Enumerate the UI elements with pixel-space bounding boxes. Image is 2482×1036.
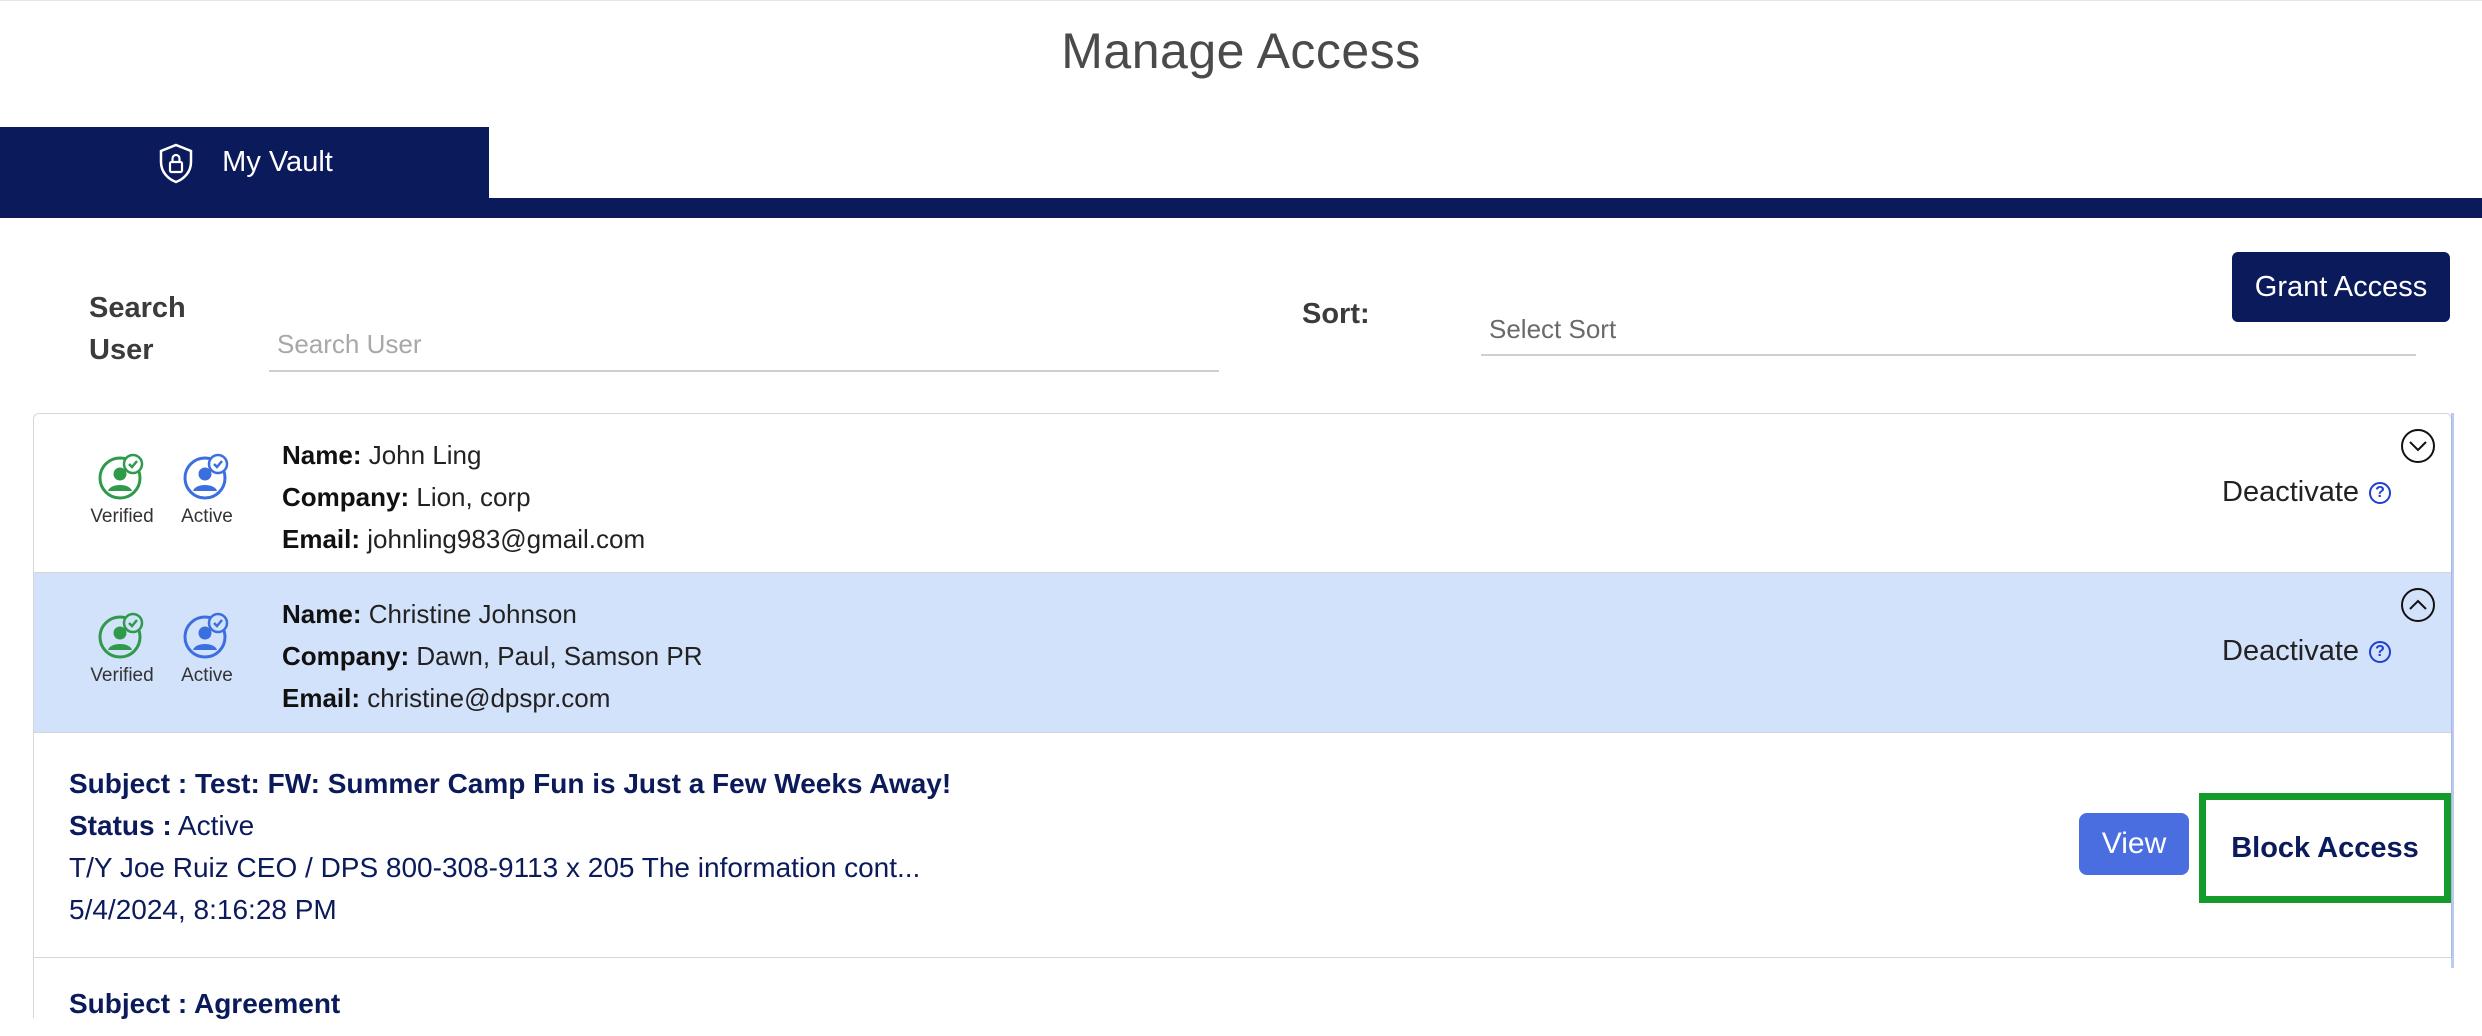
grant-access-button[interactable]: Grant Access: [2232, 252, 2450, 322]
badge-label: Verified: [90, 665, 154, 686]
search-user-input[interactable]: [269, 318, 1219, 372]
verified-user-icon: [98, 453, 144, 500]
badge-label: Active: [181, 506, 233, 527]
page-title: Manage Access: [1061, 23, 1421, 79]
shield-lock-icon: [156, 142, 196, 184]
tab-label: My Vault: [222, 146, 333, 178]
message-preview: T/Y Joe Ruiz CEO / DPS 800-308-9113 x 20…: [69, 852, 921, 883]
message-date: 5/4/2024, 8:16:28 PM: [69, 894, 337, 925]
deactivate-button[interactable]: Deactivate ?: [2222, 635, 2392, 668]
tab-bar: My Vault: [0, 127, 2482, 218]
help-icon[interactable]: ?: [2369, 481, 2392, 504]
user-email: Email: johnling983@gmail.com: [282, 524, 646, 554]
user-info: Name: Christine Johnson Company: Dawn, P…: [282, 593, 703, 719]
help-icon[interactable]: ?: [2369, 640, 2392, 663]
message-details: Subject : Test: FW: Summer Camp Fun is J…: [69, 763, 951, 931]
user-email: Email: christine@dpspr.com: [282, 683, 611, 713]
user-info: Name: John Ling Company: Lion, corp Emai…: [282, 434, 645, 560]
view-button[interactable]: View: [2079, 813, 2189, 875]
search-user-label: Search User: [89, 292, 186, 366]
scroll-edge: [2451, 413, 2454, 968]
block-access-button[interactable]: Block Access: [2199, 793, 2451, 903]
message-row: Subject : Agreement: [33, 958, 2452, 1019]
active-badge: Active: [172, 611, 242, 687]
user-row-selected[interactable]: Verified Active Name: Christine Johnson …: [33, 573, 2452, 733]
user-name: Name: Christine Johnson: [282, 599, 577, 629]
tab-my-vault[interactable]: My Vault: [0, 127, 489, 198]
user-name: Name: John Ling: [282, 440, 482, 470]
user-row[interactable]: Verified Active Name: John Ling Company:…: [33, 413, 2452, 573]
verified-badge: Verified: [87, 452, 157, 528]
user-company: Company: Lion, corp: [282, 482, 531, 512]
sort-label: Sort:: [1302, 298, 1370, 330]
deactivate-button[interactable]: Deactivate ?: [2222, 476, 2392, 509]
active-user-icon: [183, 453, 229, 500]
tab-underline: [0, 198, 2482, 218]
message-subject: Subject : Test: FW: Summer Camp Fun is J…: [69, 768, 952, 799]
message-status: Status : Active: [69, 810, 255, 841]
message-subject: Subject : Agreement: [69, 988, 341, 1019]
deactivate-label: Deactivate: [2222, 635, 2360, 667]
chevron-up-icon[interactable]: [2400, 587, 2436, 623]
active-badge: Active: [172, 452, 242, 528]
top-divider: [0, 0, 2482, 1]
user-list: Verified Active Name: John Ling Company:…: [33, 413, 2452, 1019]
verified-badge: Verified: [87, 611, 157, 687]
badge-label: Verified: [90, 506, 154, 527]
badge-label: Active: [181, 665, 233, 686]
verified-user-icon: [98, 612, 144, 659]
message-row: Subject : Test: FW: Summer Camp Fun is J…: [33, 733, 2452, 958]
active-user-icon: [183, 612, 229, 659]
deactivate-label: Deactivate: [2222, 476, 2360, 508]
chevron-down-icon[interactable]: [2400, 428, 2436, 464]
user-company: Company: Dawn, Paul, Samson PR: [282, 641, 703, 671]
